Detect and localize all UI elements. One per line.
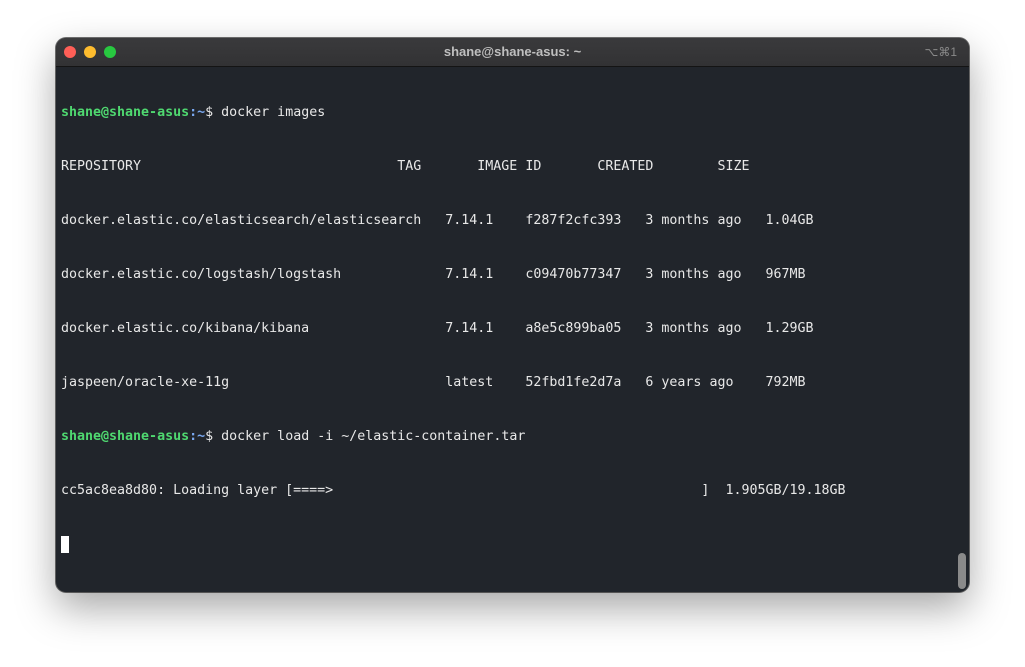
prompt-user: shane@shane-asus [61,105,190,120]
prompt-user: shane@shane-asus [61,429,190,444]
command-text: docker images [213,105,326,120]
table-row: docker.elastic.co/elasticsearch/elastics… [61,213,814,228]
text-cursor [61,536,69,553]
prompt-path: ~ [197,105,206,120]
table-row: docker.elastic.co/kibana/kibana 7.14.1 a… [61,321,814,336]
window-title: shane@shane-asus: ~ [443,44,582,59]
scrollbar-thumb[interactable] [958,553,966,589]
prompt-line: shane@shane-asus:~$ docker images [61,104,951,122]
prompt-separator: : [189,105,198,120]
prompt-symbol: $ [205,105,214,120]
tab-shortcut-label: ⌥⌘1 [924,45,957,59]
progress-line: cc5ac8ea8d80: Loading layer [====> ] 1.9… [61,483,846,498]
prompt-separator: : [189,429,198,444]
prompt-path: ~ [197,429,206,444]
table-header: REPOSITORY TAG IMAGE ID CREATED SIZE [61,159,750,174]
terminal-window: shane@shane-asus: ~ ⌥⌘1 shane@shane-asus… [56,38,969,592]
prompt-symbol: $ [205,429,214,444]
cursor-line [61,536,951,554]
table-row: docker.elastic.co/logstash/logstash 7.14… [61,267,806,282]
table-row: jaspeen/oracle-xe-11g latest 52fbd1fe2d7… [61,375,806,390]
prompt-line: shane@shane-asus:~$ docker load -i ~/ela… [61,428,951,446]
title-bar[interactable]: shane@shane-asus: ~ ⌥⌘1 [56,38,969,67]
terminal-output[interactable]: shane@shane-asus:~$ docker images REPOSI… [61,68,951,590]
command-text: docker load -i ~/elastic-container.tar [213,429,526,444]
